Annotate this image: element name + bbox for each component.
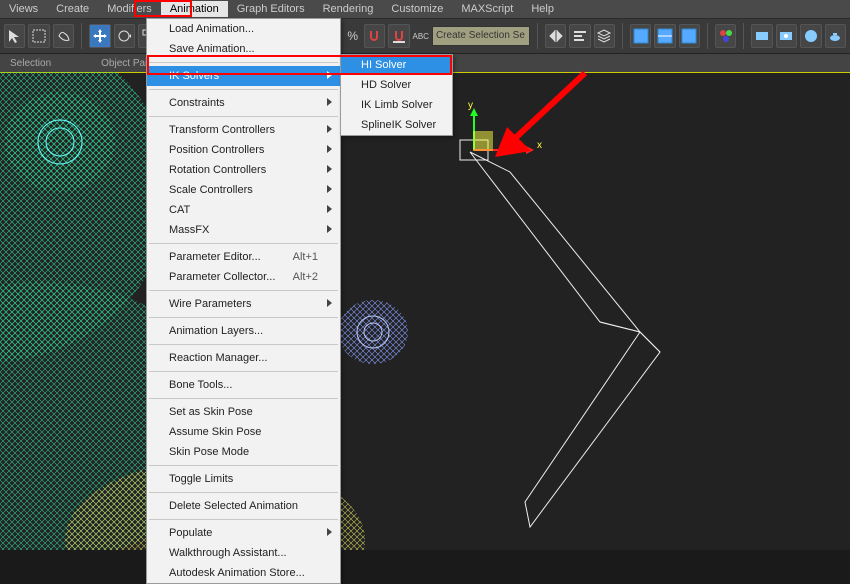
submenu-arrow-icon	[327, 299, 332, 307]
selection-tag-label: Selection	[10, 58, 51, 69]
submenu-arrow-icon	[327, 165, 332, 173]
animation-menu-dropdown: Load Animation...Save Animation... IK Sol…	[146, 18, 341, 584]
dope-sheet-icon[interactable]	[654, 24, 675, 48]
schematic-view-icon[interactable]	[679, 24, 700, 48]
submenu-arrow-icon	[327, 98, 332, 106]
menu-item-position-controllers[interactable]: Position Controllers	[147, 140, 340, 160]
menu-separator	[149, 243, 338, 244]
menu-separator	[149, 371, 338, 372]
menu-item-create[interactable]: Create	[47, 1, 98, 17]
menu-item-transform-controllers[interactable]: Transform Controllers	[147, 120, 340, 140]
menu-item-assume-skin-pose[interactable]: Assume Skin Pose	[147, 422, 340, 442]
wireframe-scene: x y	[0, 72, 850, 550]
selection-set-combo[interactable]: Create Selection Se	[432, 26, 530, 46]
render-frame-icon[interactable]	[776, 24, 797, 48]
menu-item-rendering[interactable]: Rendering	[314, 1, 383, 17]
submenu-arrow-icon	[327, 205, 332, 213]
ik-solvers-submenu: HI SolverHD SolverIK Limb SolverSplineIK…	[340, 54, 453, 136]
submenu-item-ik-limb-solver[interactable]: IK Limb Solver	[341, 95, 452, 115]
menu-item-maxscript[interactable]: MAXScript	[452, 1, 522, 17]
menu-separator	[149, 398, 338, 399]
menu-separator	[149, 317, 338, 318]
menu-separator	[149, 116, 338, 117]
submenu-arrow-icon	[327, 185, 332, 193]
magnet-snap-icon[interactable]	[388, 24, 409, 48]
menu-item-autodesk-animation-store[interactable]: Autodesk Animation Store...	[147, 563, 340, 583]
submenu-arrow-icon	[327, 125, 332, 133]
shortcut-label: Alt+2	[293, 267, 318, 287]
menu-separator	[149, 344, 338, 345]
menu-item-views[interactable]: Views	[0, 1, 47, 17]
menu-item-rotation-controllers[interactable]: Rotation Controllers	[147, 160, 340, 180]
menu-item-load-animation[interactable]: Load Animation...	[147, 19, 340, 39]
submenu-arrow-icon	[327, 528, 332, 536]
menu-item-ik-solvers[interactable]: IK Solvers	[147, 66, 340, 86]
annotation-arrow	[455, 65, 595, 175]
menu-separator	[149, 62, 338, 63]
menu-item-scale-controllers[interactable]: Scale Controllers	[147, 180, 340, 200]
menu-item-graph-editors[interactable]: Graph Editors	[228, 1, 314, 17]
menu-separator	[149, 492, 338, 493]
teapot-render-icon[interactable]	[825, 24, 846, 48]
curve-editor-icon[interactable]	[630, 24, 651, 48]
submenu-arrow-icon	[327, 225, 332, 233]
percent-icon[interactable]: %	[345, 24, 361, 48]
menu-item-reaction-manager[interactable]: Reaction Manager...	[147, 348, 340, 368]
render-setup-icon[interactable]	[751, 24, 772, 48]
move-tool-icon[interactable]	[89, 24, 110, 48]
menu-item-wire-parameters[interactable]: Wire Parameters	[147, 294, 340, 314]
submenu-item-hi-solver[interactable]: HI Solver	[341, 55, 452, 75]
menu-item-parameter-collector[interactable]: Parameter Collector...Alt+2	[147, 267, 340, 287]
submenu-arrow-icon	[327, 145, 332, 153]
cursor-tool-icon[interactable]	[4, 24, 25, 48]
render-production-icon[interactable]	[800, 24, 821, 48]
menu-separator	[149, 89, 338, 90]
menu-separator	[149, 290, 338, 291]
text-snap-icon[interactable]: ABC	[413, 24, 429, 48]
menu-item-set-as-skin-pose[interactable]: Set as Skin Pose	[147, 402, 340, 422]
align-tool-icon[interactable]	[569, 24, 590, 48]
menu-item-delete-selected-animation[interactable]: Delete Selected Animation	[147, 496, 340, 516]
menu-item-constraints[interactable]: Constraints	[147, 93, 340, 113]
menu-item-massfx[interactable]: MassFX	[147, 220, 340, 240]
main-toolbar: % ABC Create Selection Se	[0, 18, 850, 54]
submenu-item-splineik-solver[interactable]: SplineIK Solver	[341, 115, 452, 135]
menu-item-walkthrough-assistant[interactable]: Walkthrough Assistant...	[147, 543, 340, 563]
mirror-tool-icon[interactable]	[545, 24, 566, 48]
main-menu-bar: ViewsCreateModifiersAnimationGraph Edito…	[0, 0, 850, 18]
menu-separator	[149, 465, 338, 466]
menu-item-populate[interactable]: Populate	[147, 523, 340, 543]
submenu-arrow-icon	[327, 71, 332, 79]
menu-item-animation-layers[interactable]: Animation Layers...	[147, 321, 340, 341]
layers-tool-icon[interactable]	[594, 24, 615, 48]
menu-item-modifiers[interactable]: Modifiers	[98, 1, 161, 17]
menu-item-cat[interactable]: CAT	[147, 200, 340, 220]
material-editor-icon[interactable]	[715, 24, 736, 48]
menu-item-skin-pose-mode[interactable]: Skin Pose Mode	[147, 442, 340, 462]
menu-item-animation[interactable]: Animation	[161, 1, 228, 17]
shortcut-label: Alt+1	[293, 247, 318, 267]
menu-item-bone-tools[interactable]: Bone Tools...	[147, 375, 340, 395]
submenu-item-hd-solver[interactable]: HD Solver	[341, 75, 452, 95]
magnet-icon[interactable]	[364, 24, 385, 48]
menu-item-help[interactable]: Help	[522, 1, 563, 17]
marquee-tool-icon[interactable]	[28, 24, 49, 48]
menu-item-parameter-editor[interactable]: Parameter Editor...Alt+1	[147, 247, 340, 267]
menu-item-customize[interactable]: Customize	[382, 1, 452, 17]
menu-item-save-animation[interactable]: Save Animation...	[147, 39, 340, 59]
menu-item-toggle-limits[interactable]: Toggle Limits	[147, 469, 340, 489]
rotate-tool-icon[interactable]	[114, 24, 135, 48]
perspective-viewport[interactable]: x y	[0, 72, 850, 550]
menu-separator	[149, 519, 338, 520]
freeform-tool-icon[interactable]	[53, 24, 74, 48]
